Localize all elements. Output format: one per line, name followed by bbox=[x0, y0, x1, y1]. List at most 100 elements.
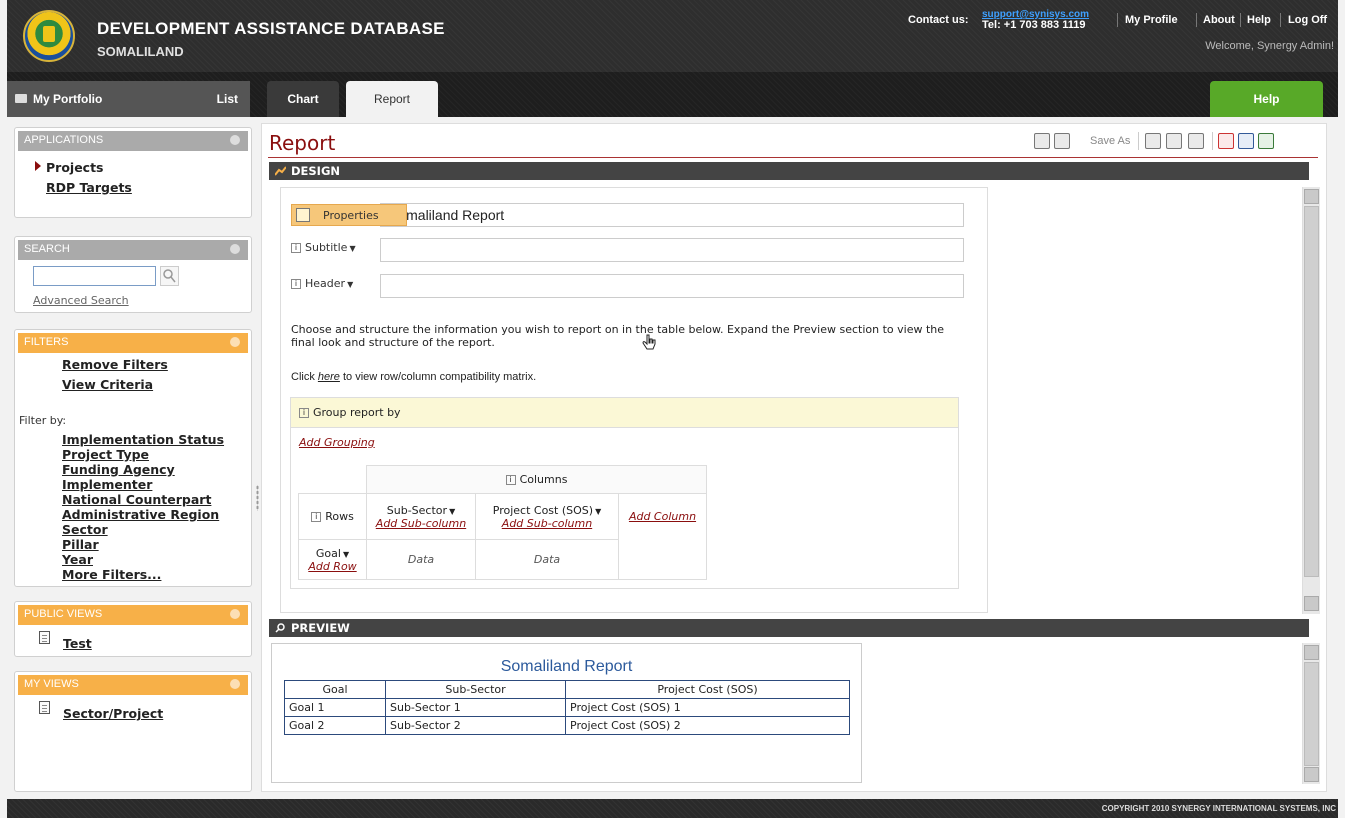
design-scrollbar[interactable] bbox=[1302, 187, 1320, 614]
print-icon[interactable] bbox=[1145, 133, 1161, 149]
sort-icon[interactable] bbox=[1188, 133, 1204, 149]
info-icon: i bbox=[311, 512, 322, 522]
scroll-thumb[interactable] bbox=[1304, 662, 1319, 766]
help-link[interactable]: Help bbox=[1247, 14, 1271, 26]
column-project-cost[interactable]: Project Cost (SOS) ▼ Add Sub-column bbox=[475, 493, 619, 540]
my-profile-link[interactable]: My Profile bbox=[1125, 14, 1178, 26]
contact-label: Contact us: bbox=[908, 14, 969, 26]
remove-filters-link[interactable]: Remove Filters bbox=[62, 357, 168, 372]
data-cell: Data bbox=[475, 539, 619, 580]
filter-implementer[interactable]: Implementer bbox=[62, 477, 152, 492]
view-criteria-link[interactable]: View Criteria bbox=[62, 377, 153, 392]
add-row-link[interactable]: Add Row bbox=[303, 560, 362, 573]
collapse-icon[interactable] bbox=[230, 244, 240, 254]
search-header[interactable]: SEARCH bbox=[18, 240, 248, 260]
scroll-down-icon[interactable] bbox=[1304, 767, 1319, 782]
preview-area: Somaliland Report Goal Sub-Sector Projec… bbox=[271, 643, 862, 783]
export-word-icon[interactable] bbox=[1238, 133, 1254, 149]
applications-header[interactable]: APPLICATIONS bbox=[18, 131, 248, 151]
public-views-title: PUBLIC VIEWS bbox=[24, 608, 103, 620]
public-views-header[interactable]: PUBLIC VIEWS bbox=[18, 605, 248, 625]
more-filters-link[interactable]: More Filters... bbox=[62, 567, 161, 582]
search-icon[interactable] bbox=[160, 266, 179, 286]
preview-column-header: Project Cost (SOS) bbox=[565, 680, 850, 699]
collapse-icon[interactable] bbox=[230, 135, 240, 145]
table-row: Goal 2 Sub-Sector 2 Project Cost (SOS) 2 bbox=[284, 716, 850, 735]
tab-chart[interactable]: Chart bbox=[267, 81, 339, 117]
collapse-icon[interactable] bbox=[230, 679, 240, 689]
subtitle-input[interactable] bbox=[380, 238, 964, 262]
filter-year[interactable]: Year bbox=[62, 552, 93, 567]
scroll-down-icon[interactable] bbox=[1304, 596, 1319, 611]
header-dropdown[interactable]: i Header ▼ bbox=[291, 277, 353, 290]
applications-title: APPLICATIONS bbox=[24, 134, 104, 146]
rows-label: Rows bbox=[325, 510, 354, 523]
portfolio-icon bbox=[15, 94, 27, 103]
preview-scrollbar[interactable] bbox=[1302, 643, 1320, 784]
about-link[interactable]: About bbox=[1203, 14, 1235, 26]
save-as-icon[interactable] bbox=[1054, 133, 1070, 149]
export-pdf-icon[interactable] bbox=[1218, 133, 1234, 149]
my-views-header[interactable]: MY VIEWS bbox=[18, 675, 248, 695]
add-column-link[interactable]: Add Column bbox=[629, 510, 696, 523]
help-tab[interactable]: Help bbox=[1210, 81, 1323, 117]
filter-sector[interactable]: Sector bbox=[62, 522, 108, 537]
filter-funding-agency[interactable]: Funding Agency bbox=[62, 462, 175, 477]
properties-button[interactable]: Properties bbox=[291, 204, 407, 226]
filter-project-type[interactable]: Project Type bbox=[62, 447, 149, 462]
filter-national-counterpart[interactable]: National Counterpart bbox=[62, 492, 211, 507]
add-subcolumn-link[interactable]: Add Sub-column bbox=[371, 517, 471, 530]
scroll-up-icon[interactable] bbox=[1304, 189, 1319, 204]
filter-by-label: Filter by: bbox=[19, 414, 67, 427]
properties-icon[interactable] bbox=[1166, 133, 1182, 149]
preview-section-bar[interactable]: PREVIEW bbox=[269, 619, 1309, 637]
compatibility-text: Click here to view row/column compatibil… bbox=[291, 371, 536, 383]
filter-implementation-status[interactable]: Implementation Status bbox=[62, 432, 224, 447]
filters-header[interactable]: FILTERS bbox=[18, 333, 248, 353]
add-grouping-link[interactable]: Add Grouping bbox=[299, 436, 375, 449]
preview-cell: Goal 1 bbox=[284, 698, 386, 717]
row-goal[interactable]: Goal ▼ Add Row bbox=[298, 539, 367, 580]
tab-list[interactable]: List bbox=[217, 92, 238, 106]
rows-header-cell: i Rows bbox=[298, 493, 367, 540]
document-icon bbox=[39, 701, 50, 714]
log-off-link[interactable]: Log Off bbox=[1288, 14, 1327, 26]
footer: COPYRIGHT 2010 SYNERGY INTERNATIONAL SYS… bbox=[7, 799, 1338, 818]
view-test-link[interactable]: Test bbox=[63, 636, 92, 651]
export-excel-icon[interactable] bbox=[1258, 133, 1274, 149]
add-subcolumn-link[interactable]: Add Sub-column bbox=[480, 517, 614, 530]
my-views-title: MY VIEWS bbox=[24, 678, 79, 690]
preview-cell: Project Cost (SOS) 1 bbox=[565, 698, 850, 717]
info-icon: i bbox=[505, 475, 516, 485]
header-label: Header bbox=[305, 277, 346, 290]
preview-report-title: Somaliland Report bbox=[500, 658, 633, 675]
column-sub-sector[interactable]: Sub-Sector ▼ Add Sub-column bbox=[366, 493, 476, 540]
header-input[interactable] bbox=[380, 274, 964, 298]
filter-pillar[interactable]: Pillar bbox=[62, 537, 99, 552]
copyright-text: COPYRIGHT 2010 SYNERGY INTERNATIONAL SYS… bbox=[1101, 804, 1336, 813]
properties-icon bbox=[296, 208, 310, 222]
search-input[interactable] bbox=[33, 266, 156, 286]
scroll-up-icon[interactable] bbox=[1304, 645, 1319, 660]
column-project-cost-label: Project Cost (SOS) bbox=[492, 503, 594, 517]
collapse-icon[interactable] bbox=[230, 609, 240, 619]
sidebar-splitter-handle[interactable] bbox=[256, 485, 259, 511]
caret-down-icon: ▼ bbox=[342, 549, 350, 559]
tab-report[interactable]: Report bbox=[346, 81, 438, 117]
subtitle-dropdown[interactable]: i Subtitle ▼ bbox=[291, 241, 356, 254]
advanced-search-link[interactable]: Advanced Search bbox=[33, 294, 129, 307]
sidebar-item-rdp-targets[interactable]: RDP Targets bbox=[46, 180, 132, 195]
filter-administrative-region[interactable]: Administrative Region bbox=[62, 507, 219, 522]
compatibility-matrix-link[interactable]: here bbox=[318, 371, 340, 383]
sidebar-item-projects[interactable]: Projects bbox=[46, 160, 104, 175]
group-report-box: i Group report by Add Grouping i Columns i… bbox=[290, 397, 959, 589]
view-sector-project-link[interactable]: Sector/Project bbox=[63, 706, 163, 721]
toolbar-divider bbox=[1212, 132, 1213, 150]
columns-label: Columns bbox=[519, 473, 568, 486]
save-icon[interactable] bbox=[1034, 133, 1050, 149]
save-as-label[interactable]: Save As bbox=[1090, 135, 1130, 147]
design-section-bar[interactable]: DESIGN bbox=[269, 162, 1309, 180]
report-title-input[interactable] bbox=[380, 203, 964, 227]
scroll-thumb[interactable] bbox=[1304, 206, 1319, 577]
collapse-icon[interactable] bbox=[230, 337, 240, 347]
